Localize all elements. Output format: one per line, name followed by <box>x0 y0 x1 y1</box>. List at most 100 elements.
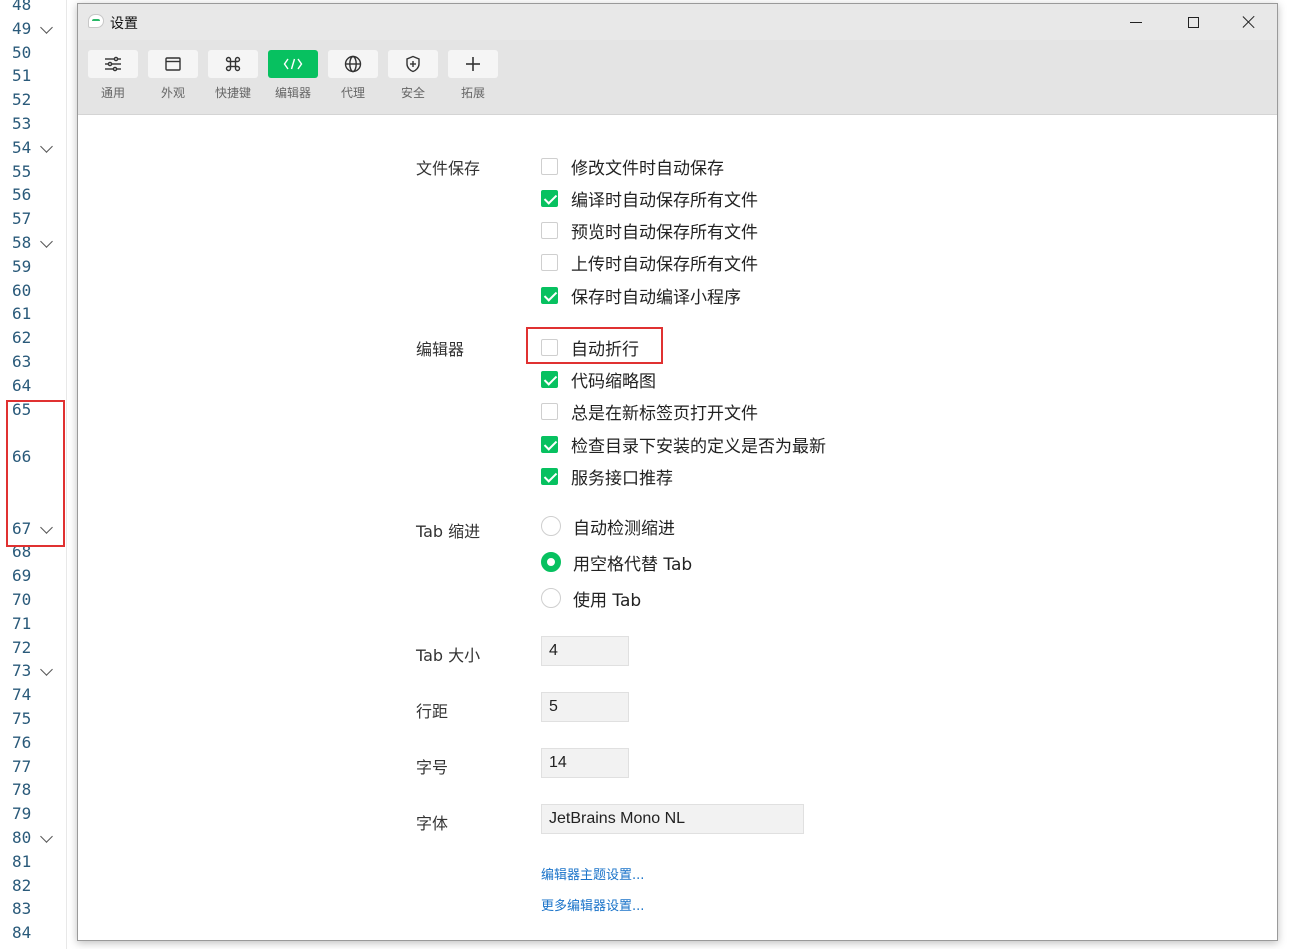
file-save-label: 文件保存 <box>416 159 481 178</box>
line-number: 79 <box>12 804 32 824</box>
tab-label: 拓展 <box>460 86 485 100</box>
radio-spaces-for-tab[interactable]: 用空格代替 Tab <box>541 551 692 575</box>
line-number: 64 <box>12 375 32 395</box>
checkbox[interactable] <box>541 286 558 304</box>
checkbox[interactable] <box>541 435 558 453</box>
editor-theme-settings-link[interactable]: 编辑器主题设置... <box>541 864 644 883</box>
plus-icon <box>448 50 498 78</box>
line-spacing-label: 行距 <box>416 702 449 721</box>
checkbox-open-in-new-tab[interactable]: 总是在新标签页打开文件 <box>541 400 758 424</box>
line-number: 78 <box>12 780 32 800</box>
tab-label: 编辑器 <box>274 86 311 100</box>
app-logo-icon <box>88 14 104 28</box>
tab-indent-label: Tab 缩进 <box>416 522 481 541</box>
line-number: 77 <box>12 756 32 776</box>
tab-label: 外观 <box>160 86 185 100</box>
line-number: 83 <box>12 899 32 919</box>
radio-button[interactable] <box>541 516 561 536</box>
tab-security[interactable]: 安全 <box>387 50 439 110</box>
line-number: 61 <box>12 304 32 324</box>
line-number: 63 <box>12 352 32 371</box>
font-family-label: 字体 <box>416 814 449 833</box>
tab-proxy[interactable]: 代理 <box>327 50 379 110</box>
line-number: 53 <box>12 114 32 133</box>
checkbox-autocompile-on-save[interactable]: 保存时自动编译小程序 <box>541 284 741 308</box>
fold-chevron-icon[interactable] <box>40 139 53 153</box>
checkbox[interactable] <box>541 157 558 175</box>
line-number: 81 <box>12 851 32 871</box>
checkbox-autosave-on-compile[interactable]: 编译时自动保存所有文件 <box>541 187 758 211</box>
checkbox-api-recommendation[interactable]: 服务接口推荐 <box>541 465 673 489</box>
fold-chevron-icon[interactable] <box>40 235 53 248</box>
tab-size-label: Tab 大小 <box>416 646 481 665</box>
line-number: 76 <box>12 732 32 752</box>
window-icon <box>148 50 198 78</box>
line-number: 52 <box>12 90 32 110</box>
fold-chevron-icon[interactable] <box>40 20 53 34</box>
code-brackets-icon <box>268 50 318 78</box>
editor-settings-panel: 文件保存 修改文件时自动保存 编译时自动保存所有文件 预览时自动保存所有文件 上… <box>78 115 1277 940</box>
checkbox-check-definitions[interactable]: 检查目录下安装的定义是否为最新 <box>541 433 826 457</box>
title-bar[interactable]: 设置 <box>78 4 1277 40</box>
checkbox[interactable] <box>541 338 558 356</box>
checkbox-word-wrap[interactable]: 自动折行 <box>541 336 639 360</box>
font-size-input[interactable]: 14 <box>541 748 629 778</box>
line-number: 69 <box>12 566 32 586</box>
line-number: 50 <box>12 42 32 62</box>
line-number: 49 <box>12 18 32 38</box>
checkbox[interactable] <box>541 189 558 207</box>
fold-chevron-icon[interactable] <box>40 663 53 677</box>
tab-size-input[interactable]: 4 <box>541 636 629 666</box>
line-number: 84 <box>12 923 32 943</box>
checkbox[interactable] <box>541 370 558 388</box>
checkbox[interactable] <box>541 221 558 239</box>
radio-use-tab[interactable]: 使用 Tab <box>541 587 641 611</box>
radio-button[interactable] <box>541 588 561 608</box>
line-number: 74 <box>12 685 32 705</box>
settings-toolbar: 通用 外观 快捷键 编辑器 代理 安全 拓展 <box>78 40 1277 115</box>
tab-label: 代理 <box>340 86 365 100</box>
tab-label: 通用 <box>100 86 125 100</box>
line-number: 62 <box>12 328 32 348</box>
line-spacing-input[interactable]: 5 <box>541 692 629 722</box>
close-button[interactable] <box>1227 10 1271 34</box>
window-title: 设置 <box>110 16 138 32</box>
line-number: 82 <box>12 875 32 895</box>
font-family-input[interactable]: JetBrains Mono NL <box>541 804 804 834</box>
minimize-button[interactable] <box>1114 10 1158 34</box>
shield-icon <box>388 50 438 78</box>
line-number: 58 <box>12 233 32 252</box>
tab-editor[interactable]: 编辑器 <box>267 50 319 110</box>
tab-general[interactable]: 通用 <box>87 50 139 110</box>
radio-auto-detect-indent[interactable]: 自动检测缩进 <box>541 515 675 539</box>
command-key-icon <box>208 50 258 78</box>
checkbox[interactable] <box>541 467 558 485</box>
font-size-label: 字号 <box>416 758 449 777</box>
background-editor-strip <box>1277 0 1293 949</box>
checkbox[interactable] <box>541 402 558 420</box>
line-number: 54 <box>12 137 32 157</box>
checkbox-autosave-on-upload[interactable]: 上传时自动保存所有文件 <box>541 251 758 275</box>
tab-label: 快捷键 <box>214 86 251 100</box>
tab-appearance[interactable]: 外观 <box>147 50 199 110</box>
tab-extensions[interactable]: 拓展 <box>447 50 499 110</box>
fold-chevron-icon[interactable] <box>40 830 53 843</box>
checkbox-minimap[interactable]: 代码缩略图 <box>541 368 656 392</box>
line-number: 48 <box>12 0 32 14</box>
line-number: 75 <box>12 709 32 728</box>
line-number: 72 <box>12 637 32 657</box>
maximize-button[interactable] <box>1171 10 1215 34</box>
minimize-icon <box>1130 21 1142 23</box>
radio-button[interactable] <box>541 552 561 572</box>
maximize-icon <box>1187 16 1199 28</box>
tab-shortcuts[interactable]: 快捷键 <box>207 50 259 110</box>
tab-label: 安全 <box>400 86 425 100</box>
more-editor-settings-link[interactable]: 更多编辑器设置... <box>541 895 644 914</box>
line-number: 80 <box>12 828 32 847</box>
line-number: 71 <box>12 613 32 633</box>
checkbox-autosave-on-preview[interactable]: 预览时自动保存所有文件 <box>541 219 758 243</box>
sliders-icon <box>88 50 138 78</box>
checkbox[interactable] <box>541 253 558 271</box>
checkbox-autosave-on-modify[interactable]: 修改文件时自动保存 <box>541 155 724 179</box>
settings-window: 设置 通用 外观 快捷键 编辑器 代理 安全 拓展 文件保存 修改文件时自动保存… <box>77 3 1278 941</box>
